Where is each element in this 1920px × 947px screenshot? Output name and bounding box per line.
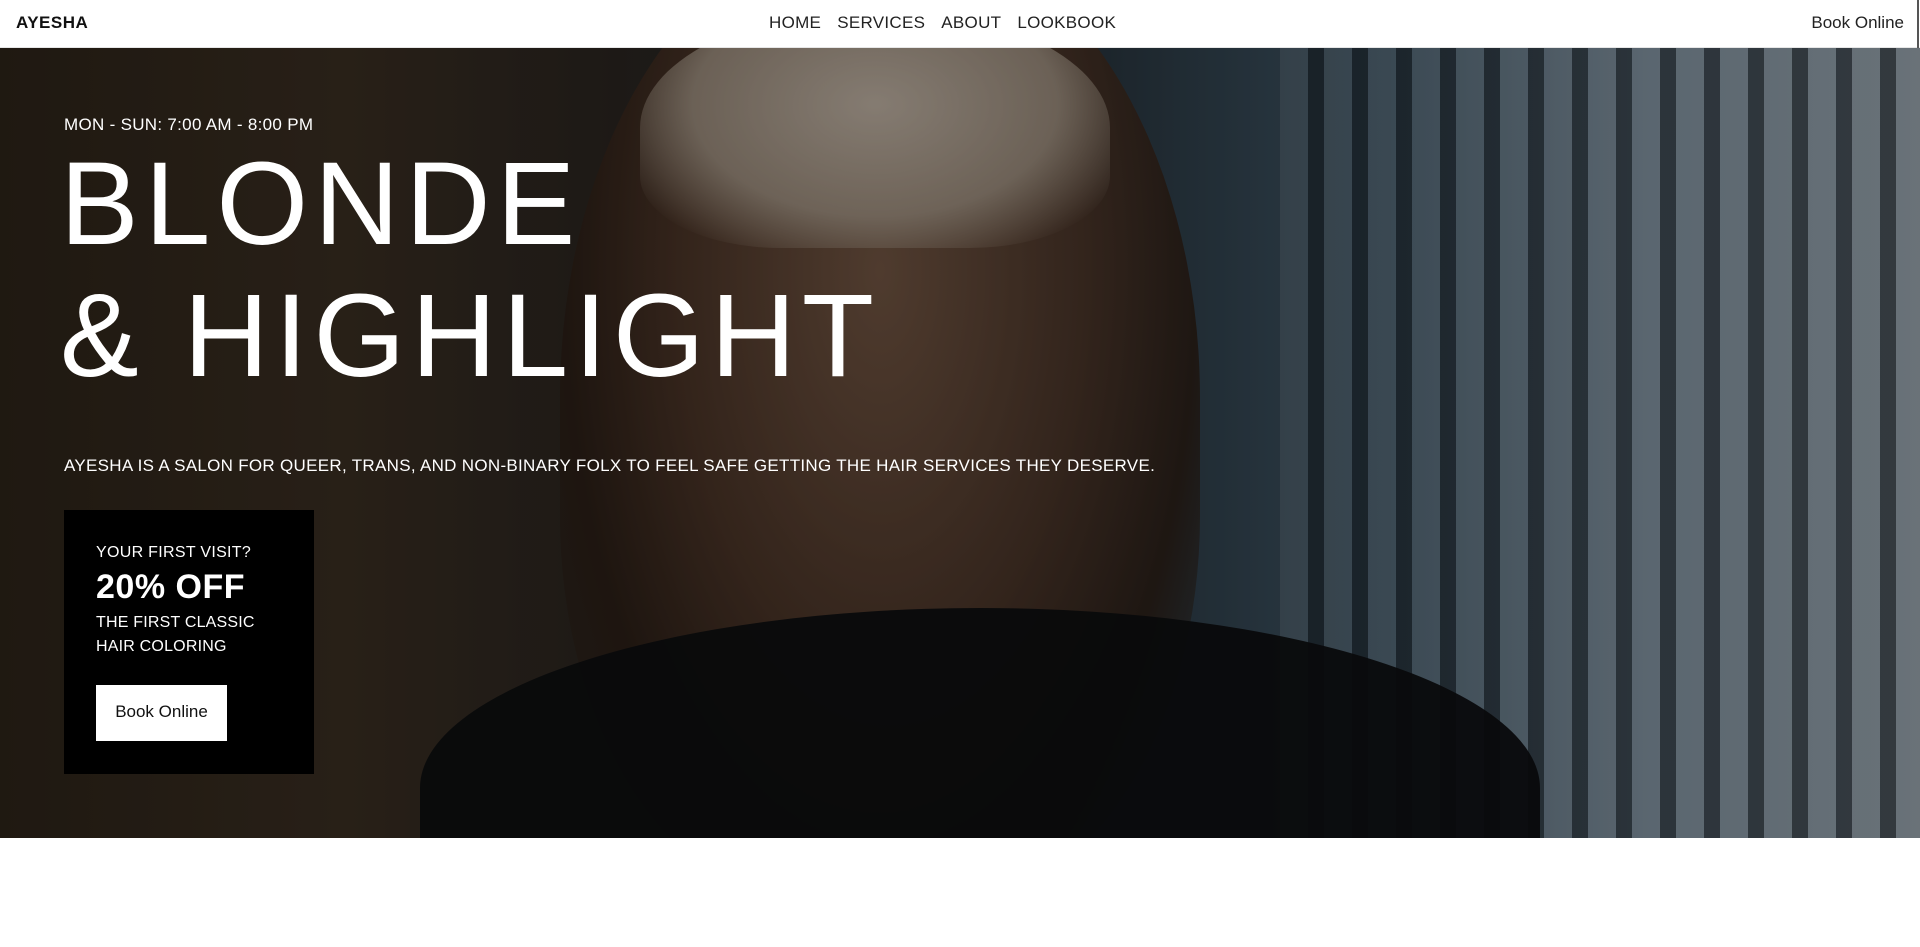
nav-item-services[interactable]: SERVICES [837, 13, 925, 33]
hero-headline-line-1: BLONDE [60, 138, 582, 270]
first-visit-promo-card: YOUR FIRST VISIT? 20% OFF THE FIRST CLAS… [64, 510, 314, 774]
top-navigation-bar: AYESHA HOME SERVICES ABOUT LOOKBOOK Book… [0, 0, 1920, 180]
promo-book-online-button[interactable]: Book Online [96, 685, 227, 741]
brand-logo[interactable]: AYESHA [16, 13, 88, 33]
nav-item-home[interactable]: HOME [769, 13, 821, 33]
nav-item-lookbook[interactable]: LOOKBOOK [1017, 13, 1116, 33]
main-nav: HOME SERVICES ABOUT LOOKBOOK [769, 13, 1116, 33]
hero-headline: BLONDE & HIGHLIGHT [60, 138, 880, 402]
hero-tagline: AYESHA IS A SALON FOR QUEER, TRANS, AND … [64, 456, 1156, 475]
opening-hours: MON - SUN: 7:00 AM - 8:00 PM [64, 115, 314, 134]
hero-headline-line-2: & HIGHLIGHT [60, 270, 880, 402]
nav-item-about[interactable]: ABOUT [941, 13, 1001, 33]
promo-description: THE FIRST CLASSIC HAIR COLORING [96, 614, 255, 655]
header-book-online-link[interactable]: Book Online [1811, 13, 1904, 33]
hero-section: MON - SUN: 7:00 AM - 8:00 PM BLONDE & HI… [0, 48, 1920, 838]
promo-discount: 20% OFF [96, 568, 245, 606]
promo-question: YOUR FIRST VISIT? [96, 544, 252, 561]
